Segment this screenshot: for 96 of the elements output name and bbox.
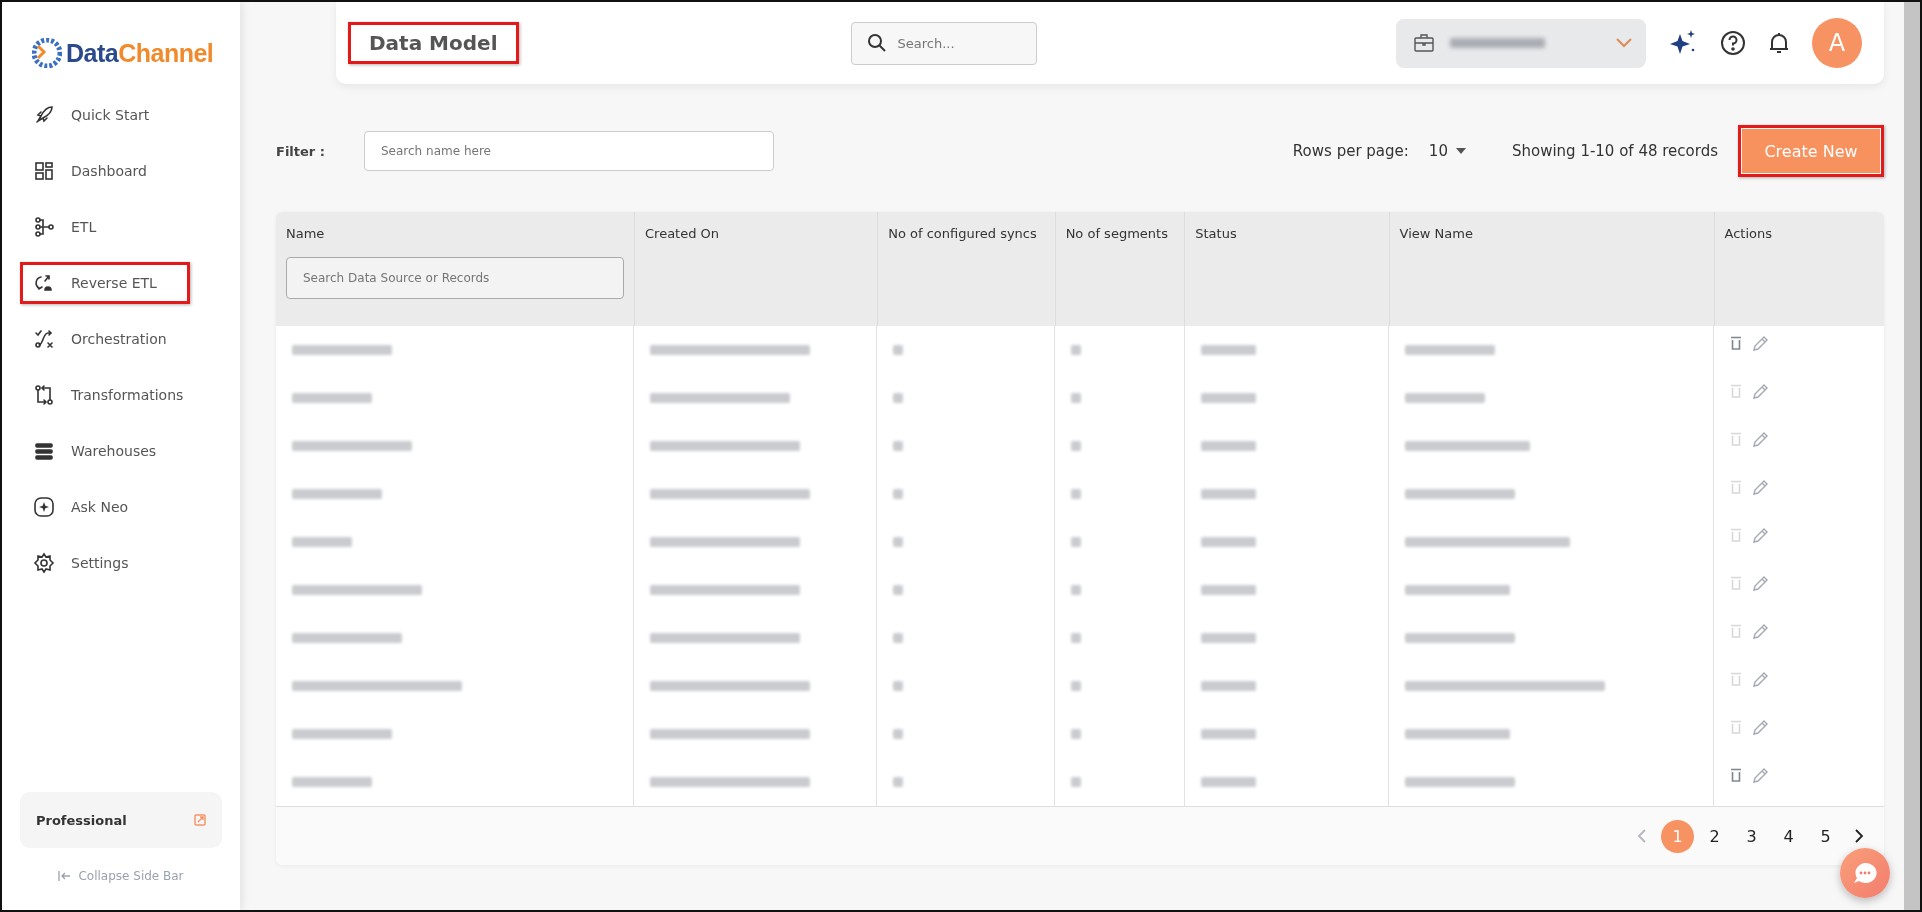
stack-icon xyxy=(33,440,55,462)
column-header: Actions xyxy=(1724,226,1773,241)
nav-item[interactable]: Warehouses xyxy=(20,430,190,472)
blurred-text xyxy=(1200,729,1256,739)
blurred-text xyxy=(893,729,904,739)
briefcase-icon xyxy=(1414,34,1434,52)
swap-icon xyxy=(33,384,55,406)
rows-per-page-select[interactable]: 10 xyxy=(1422,141,1472,161)
chat-button[interactable] xyxy=(1840,848,1890,898)
blurred-text xyxy=(1071,633,1082,643)
page-button[interactable]: 5 xyxy=(1809,819,1842,853)
column-header: No of configured syncs xyxy=(888,226,1038,241)
pencil-icon[interactable] xyxy=(1752,672,1769,688)
external-link-icon[interactable] xyxy=(194,814,206,826)
column-header: Status xyxy=(1195,226,1238,241)
logo-icon xyxy=(32,38,62,68)
nav-item[interactable]: Transformations xyxy=(20,374,190,416)
blurred-text xyxy=(1071,681,1082,691)
record-count: Showing 1-10 of 48 records xyxy=(1511,142,1718,160)
nav-item[interactable]: Settings xyxy=(20,542,190,584)
blurred-text xyxy=(1071,441,1082,451)
column-header: No of segments xyxy=(1065,226,1169,241)
blurred-text xyxy=(893,777,904,787)
blurred-text xyxy=(1071,489,1082,499)
blurred-text xyxy=(893,489,904,499)
blurred-text xyxy=(893,633,904,643)
nav-item[interactable]: Quick Start xyxy=(20,94,190,136)
blurred-text xyxy=(1200,489,1256,499)
blurred-text xyxy=(1200,585,1256,595)
blurred-text xyxy=(1200,537,1256,547)
pencil-icon[interactable] xyxy=(1752,528,1769,544)
blurred-text xyxy=(893,441,904,451)
page-title: Data Model xyxy=(348,22,519,64)
branch-icon xyxy=(33,216,55,238)
scrollbar[interactable] xyxy=(1904,2,1920,910)
page-button[interactable]: 4 xyxy=(1772,819,1805,853)
help-icon[interactable] xyxy=(1720,30,1746,56)
chat-icon xyxy=(1852,861,1878,885)
arrows-icon xyxy=(33,272,55,294)
blurred-text xyxy=(1200,393,1256,403)
blurred-text xyxy=(1071,345,1082,355)
blurred-text xyxy=(1071,777,1082,787)
filter-field[interactable]: Search name here xyxy=(364,131,774,171)
pencil-icon[interactable] xyxy=(1752,624,1769,640)
nav-item[interactable]: Reverse ETL xyxy=(20,262,190,304)
blurred-text xyxy=(292,537,352,547)
blurred-text xyxy=(893,345,904,355)
workspace-dropdown[interactable] xyxy=(1396,18,1646,68)
column-header: View Name xyxy=(1399,226,1474,241)
grid-icon xyxy=(33,160,55,182)
column-header: Name xyxy=(286,226,326,241)
rows-per-page-label: Rows per page: xyxy=(1292,142,1409,160)
page-button[interactable]: 2 xyxy=(1698,819,1731,853)
filter-label: Filter : xyxy=(276,143,326,159)
rocket-icon xyxy=(33,104,55,126)
blurred-text xyxy=(893,585,904,595)
settings-icon xyxy=(33,552,55,574)
blurred-text xyxy=(1071,393,1082,403)
trash-icon[interactable] xyxy=(1730,336,1743,350)
column-header: Created On xyxy=(645,226,721,241)
logo-text: DataChannel xyxy=(66,38,214,68)
pencil-icon[interactable] xyxy=(1752,576,1769,592)
search-field[interactable]: Search... xyxy=(850,21,1037,65)
chevron-right-icon[interactable] xyxy=(1854,829,1864,843)
nav-item[interactable]: Orchestration xyxy=(20,318,190,360)
blurred-text xyxy=(1200,777,1256,787)
collapse-icon xyxy=(58,871,73,881)
pencil-icon[interactable] xyxy=(1752,336,1769,352)
pencil-icon[interactable] xyxy=(1752,432,1769,448)
blurred-text xyxy=(1200,441,1256,451)
chevron-down-icon xyxy=(1616,38,1632,48)
path-icon xyxy=(33,328,55,350)
pencil-icon[interactable] xyxy=(1752,720,1769,736)
blurred-text xyxy=(893,681,904,691)
page-button[interactable]: 3 xyxy=(1735,819,1768,853)
blurred-text xyxy=(1071,729,1082,739)
pencil-icon[interactable] xyxy=(1752,768,1769,784)
search-icon xyxy=(866,32,887,53)
caret-icon xyxy=(1455,148,1466,154)
plan-label: Professional xyxy=(36,812,127,828)
blurred-text xyxy=(1200,345,1256,355)
sparkle-icon xyxy=(33,496,55,518)
blurred-text xyxy=(1200,681,1256,691)
table-search-field[interactable]: Search Data Source or Records xyxy=(286,257,624,299)
nav-item[interactable]: Dashboard xyxy=(20,150,190,192)
pencil-icon[interactable] xyxy=(1752,480,1769,496)
blurred-text xyxy=(1200,633,1256,643)
trash-icon[interactable] xyxy=(1730,768,1743,782)
blurred-text xyxy=(1071,537,1082,547)
nav-item[interactable]: ETL xyxy=(20,206,190,248)
blurred-text xyxy=(893,393,904,403)
nav-item[interactable]: Ask Neo xyxy=(20,486,190,528)
blurred-text xyxy=(893,537,904,547)
blurred-text xyxy=(1071,585,1082,595)
bell-icon[interactable] xyxy=(1768,31,1790,55)
pencil-icon[interactable] xyxy=(1752,384,1769,400)
